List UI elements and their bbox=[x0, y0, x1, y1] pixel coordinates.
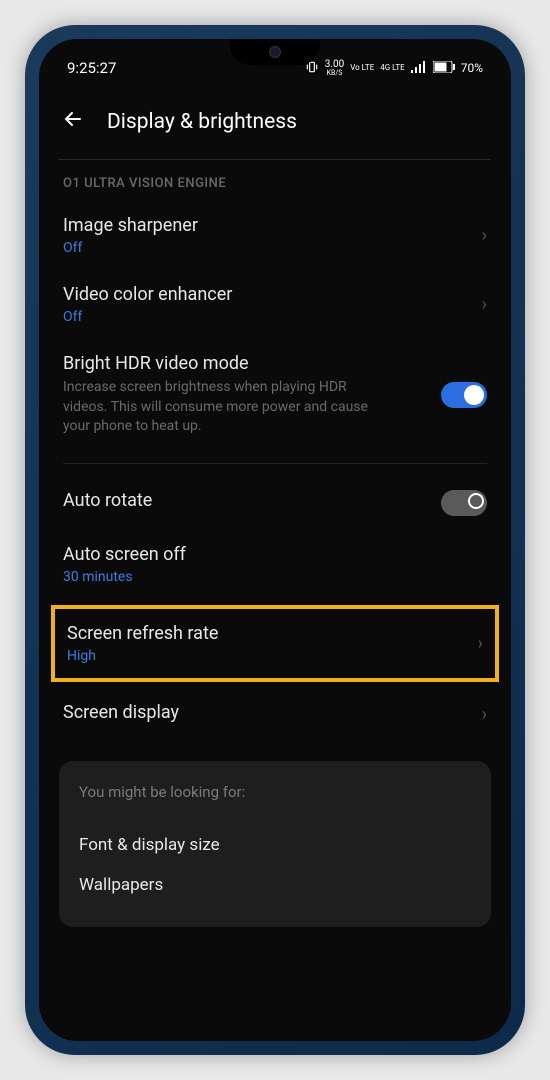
auto-screen-off-value: 30 minutes bbox=[63, 569, 487, 585]
page-header: Display & brightness bbox=[39, 89, 511, 159]
video-color-row[interactable]: Video color enhancer Off › bbox=[39, 270, 511, 339]
suggestions-header: You might be looking for: bbox=[79, 783, 471, 801]
status-indicators: 3.00 KB/S Vo LTE 4G LTE 70% bbox=[305, 60, 483, 77]
suggestions-card: You might be looking for: Font & display… bbox=[59, 761, 491, 927]
chevron-right-icon: › bbox=[478, 633, 483, 654]
image-sharpener-label: Image sharpener bbox=[63, 215, 482, 236]
refresh-rate-label: Screen refresh rate bbox=[67, 623, 478, 644]
front-camera bbox=[269, 46, 281, 58]
phone-screen: 9:25:27 3.00 KB/S Vo LTE 4G LTE 70% bbox=[39, 39, 511, 1041]
phone-frame: 9:25:27 3.00 KB/S Vo LTE 4G LTE 70% bbox=[25, 25, 525, 1055]
back-button[interactable] bbox=[61, 107, 85, 137]
divider bbox=[63, 463, 487, 464]
notch bbox=[230, 39, 320, 65]
hdr-toggle[interactable] bbox=[441, 382, 487, 408]
suggestion-font-display[interactable]: Font & display size bbox=[79, 825, 471, 865]
image-sharpener-value: Off bbox=[63, 240, 482, 256]
hdr-desc: Increase screen brightness when playing … bbox=[63, 378, 383, 437]
toggle-knob bbox=[464, 385, 484, 405]
net-unit: KB/S bbox=[325, 70, 345, 77]
screen-display-row[interactable]: Screen display › bbox=[39, 688, 511, 741]
status-time: 9:25:27 bbox=[67, 59, 116, 77]
video-color-value: Off bbox=[63, 309, 482, 325]
screen-display-label: Screen display bbox=[63, 702, 482, 723]
chevron-right-icon: › bbox=[482, 225, 487, 246]
video-color-label: Video color enhancer bbox=[63, 284, 482, 305]
toggle-knob bbox=[468, 493, 484, 509]
net-speed: 3.00 bbox=[325, 60, 345, 70]
hdr-label: Bright HDR video mode bbox=[63, 353, 441, 374]
battery-icon bbox=[433, 61, 455, 76]
volte-icon: Vo LTE bbox=[350, 64, 374, 72]
lte-icon: 4G LTE bbox=[380, 64, 404, 72]
auto-screen-off-label: Auto screen off bbox=[63, 544, 487, 565]
page-title: Display & brightness bbox=[107, 110, 297, 134]
auto-rotate-label: Auto rotate bbox=[63, 490, 441, 511]
refresh-rate-value: High bbox=[67, 648, 478, 664]
refresh-rate-row[interactable]: Screen refresh rate High › bbox=[55, 609, 495, 678]
section-header-vision: O1 ULTRA VISION ENGINE bbox=[39, 160, 511, 201]
hdr-row[interactable]: Bright HDR video mode Increase screen br… bbox=[39, 339, 511, 451]
battery-percent: 70% bbox=[461, 61, 483, 75]
chevron-right-icon: › bbox=[482, 704, 487, 725]
highlight-annotation: Screen refresh rate High › bbox=[51, 605, 499, 682]
signal-icon bbox=[411, 61, 427, 76]
image-sharpener-row[interactable]: Image sharpener Off › bbox=[39, 201, 511, 270]
auto-screen-off-row[interactable]: Auto screen off 30 minutes bbox=[39, 530, 511, 599]
chevron-right-icon: › bbox=[482, 294, 487, 315]
suggestion-wallpapers[interactable]: Wallpapers bbox=[79, 865, 471, 905]
auto-rotate-row[interactable]: Auto rotate bbox=[39, 476, 511, 530]
auto-rotate-toggle[interactable] bbox=[441, 490, 487, 516]
